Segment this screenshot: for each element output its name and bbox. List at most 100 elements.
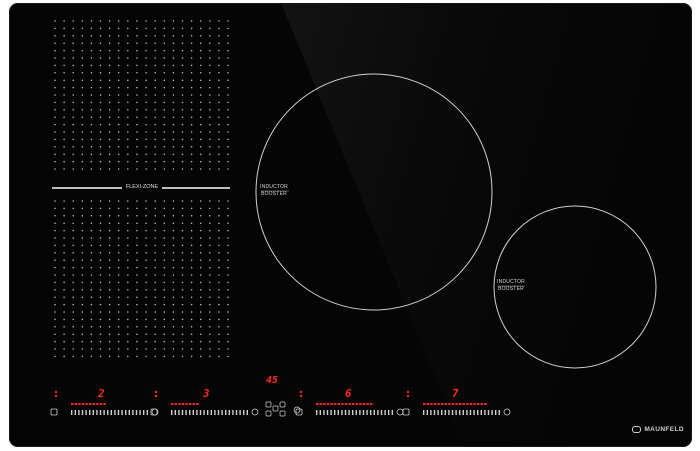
slider-tick[interactable] — [225, 410, 227, 415]
slider-tick[interactable] — [239, 410, 241, 415]
slider-tick[interactable] — [128, 410, 130, 415]
slider-tick[interactable] — [495, 410, 497, 415]
slider-tick[interactable] — [344, 410, 347, 415]
slider-tick[interactable] — [362, 410, 365, 415]
slider-tick[interactable] — [174, 410, 176, 415]
slider-tick[interactable] — [96, 410, 98, 415]
slider-tick[interactable] — [192, 410, 194, 415]
slider-tick[interactable] — [210, 410, 212, 415]
slider-tick[interactable] — [139, 410, 141, 415]
slider-tick[interactable] — [178, 410, 180, 415]
slider-tick[interactable] — [99, 410, 102, 415]
timer-key-icon[interactable] — [272, 405, 279, 412]
slider-tick[interactable] — [366, 410, 368, 415]
slider-tick[interactable] — [355, 410, 357, 415]
slider-tick[interactable] — [391, 410, 393, 415]
slider-tick[interactable] — [423, 410, 425, 415]
slider-tick[interactable] — [380, 410, 383, 415]
slider-tick[interactable] — [203, 410, 205, 415]
slider-tick[interactable] — [326, 410, 329, 415]
slider-tick[interactable] — [430, 410, 432, 415]
boost-icon[interactable] — [396, 408, 404, 416]
slider-tick[interactable] — [232, 410, 234, 415]
slider-tick[interactable] — [81, 410, 84, 415]
slider-tick[interactable] — [107, 410, 109, 415]
slider-tick[interactable] — [352, 410, 354, 415]
slider-tick[interactable] — [103, 410, 105, 415]
slider-tick[interactable] — [437, 410, 439, 415]
slider-tick[interactable] — [125, 410, 127, 415]
slider-tick[interactable] — [373, 410, 375, 415]
slider-tick[interactable] — [466, 410, 468, 415]
boost-icon[interactable] — [503, 408, 511, 416]
slider-tick[interactable] — [214, 410, 216, 415]
slider-tick[interactable] — [330, 410, 332, 415]
slider-tick[interactable] — [341, 410, 343, 415]
slider-tick[interactable] — [74, 410, 76, 415]
slider-tick[interactable] — [135, 410, 138, 415]
slider-tick[interactable] — [337, 410, 339, 415]
slider-tick[interactable] — [441, 410, 443, 415]
timer-key-icon[interactable] — [279, 410, 286, 417]
slider-tick[interactable] — [477, 410, 479, 415]
slider-tick[interactable] — [462, 410, 464, 415]
slider-tick[interactable] — [388, 410, 390, 415]
slider-tick[interactable] — [451, 410, 454, 415]
slider-tick[interactable] — [146, 410, 148, 415]
timer-key-icon[interactable] — [265, 401, 272, 408]
power-button-icon[interactable] — [293, 406, 301, 414]
slider-tick[interactable] — [484, 410, 486, 415]
slider-tick[interactable] — [117, 410, 120, 415]
slider-tick[interactable] — [243, 410, 245, 415]
slider-tick[interactable] — [334, 410, 336, 415]
slider-tick[interactable] — [217, 410, 220, 415]
slider-tick[interactable] — [426, 410, 428, 415]
slider-tick[interactable] — [189, 410, 191, 415]
timer-key-icon[interactable] — [265, 410, 272, 417]
zone-select-icon[interactable] — [402, 408, 410, 416]
slider-tick[interactable] — [359, 410, 361, 415]
slider-tick[interactable] — [473, 410, 475, 415]
slider-tick[interactable] — [89, 410, 91, 415]
slider-tick[interactable] — [384, 410, 386, 415]
slider-tick[interactable] — [196, 410, 198, 415]
slider-tick[interactable] — [448, 410, 450, 415]
slider-tick[interactable] — [459, 410, 461, 415]
slider-tick[interactable] — [444, 410, 446, 415]
slider-tick[interactable] — [143, 410, 145, 415]
slider-tick[interactable] — [433, 410, 436, 415]
slider-tick[interactable] — [455, 410, 457, 415]
slider-tick[interactable] — [132, 410, 134, 415]
slider-tick[interactable] — [316, 410, 318, 415]
boost-icon[interactable] — [251, 408, 259, 416]
slider-tick[interactable] — [171, 410, 173, 415]
slider-tick[interactable] — [228, 410, 230, 415]
zone-select-icon[interactable] — [50, 408, 58, 416]
slider-tick[interactable] — [498, 410, 500, 415]
slider-tick[interactable] — [78, 410, 80, 415]
slider-tick[interactable] — [92, 410, 94, 415]
slider-tick[interactable] — [370, 410, 372, 415]
slider-tick[interactable] — [71, 410, 73, 415]
slider-tick[interactable] — [235, 410, 238, 415]
slider-tick[interactable] — [110, 410, 112, 415]
slider-tick[interactable] — [487, 410, 490, 415]
slider-tick[interactable] — [181, 410, 184, 415]
slider-tick[interactable] — [246, 410, 248, 415]
slider-tick[interactable] — [221, 410, 223, 415]
slider-tick[interactable] — [185, 410, 187, 415]
slider-tick[interactable] — [377, 410, 379, 415]
slider-tick[interactable] — [121, 410, 123, 415]
slider-tick[interactable] — [480, 410, 482, 415]
slider-tick[interactable] — [469, 410, 472, 415]
slider-tick[interactable] — [323, 410, 325, 415]
slider-tick[interactable] — [319, 410, 321, 415]
slider-tick[interactable] — [85, 410, 87, 415]
slider-tick[interactable] — [348, 410, 350, 415]
slider-tick[interactable] — [199, 410, 202, 415]
control-sliders[interactable] — [71, 403, 500, 415]
slider-tick[interactable] — [491, 410, 493, 415]
slider-tick[interactable] — [114, 410, 116, 415]
slider-tick[interactable] — [207, 410, 209, 415]
timer-key-icon[interactable] — [279, 401, 286, 408]
